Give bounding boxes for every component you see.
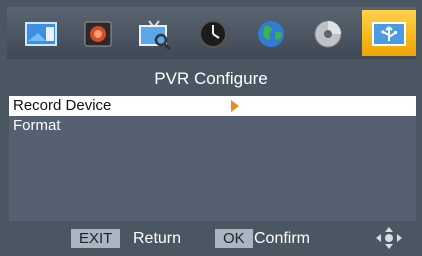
clock-icon[interactable] (193, 17, 233, 51)
setting-label: Record Device (13, 97, 112, 114)
dpad-icon (375, 226, 403, 255)
tv-search-icon[interactable] (135, 17, 175, 51)
page-title: PVR Configure (154, 69, 268, 88)
picture-icon[interactable] (21, 17, 61, 51)
media-icon[interactable] (78, 17, 118, 51)
globe-icon[interactable] (251, 17, 291, 51)
setting-label: Format (13, 117, 61, 134)
arrow-right-icon[interactable] (231, 100, 239, 112)
setting-format[interactable]: Format (9, 116, 416, 136)
ok-key[interactable]: OK (215, 229, 253, 248)
footer-hints: EXIT Return OK Confirm (9, 224, 416, 252)
setting-record-device[interactable]: Record Device (9, 96, 416, 116)
disc-icon[interactable] (308, 17, 348, 51)
category-icon-bar (7, 7, 416, 59)
osd-screen: PVR Configure Record Device Format EXIT … (0, 0, 422, 256)
ok-label: Confirm (254, 230, 311, 247)
exit-key[interactable]: EXIT (71, 229, 121, 248)
settings-list: Record Device Format (9, 96, 416, 221)
exit-label: Return (133, 230, 182, 247)
usb-pvr-icon[interactable] (362, 10, 416, 56)
